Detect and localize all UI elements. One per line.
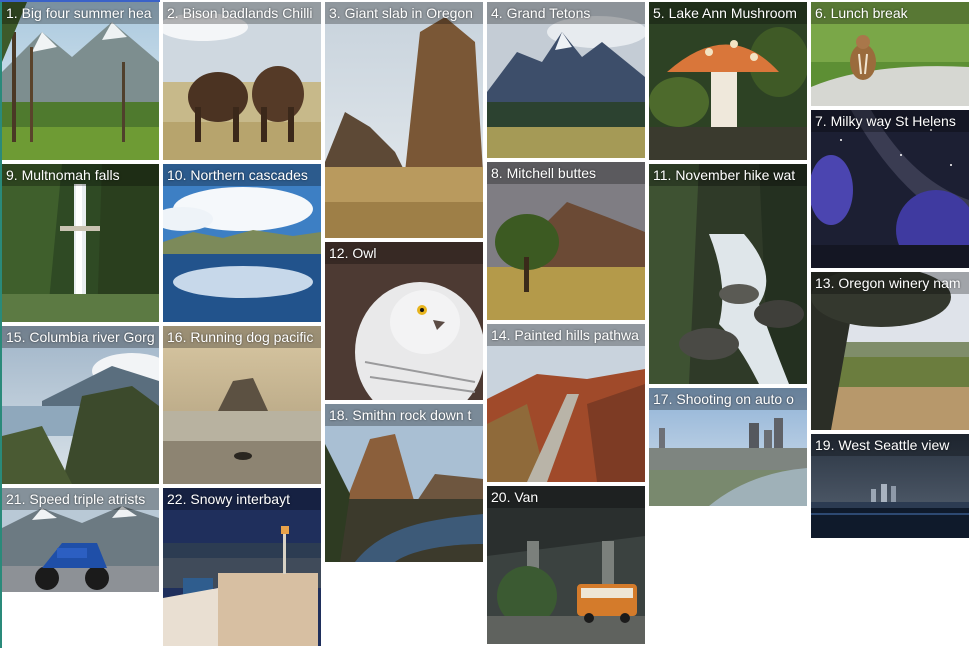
photo-tile-11[interactable]: 11. November hike wat [649, 164, 807, 384]
photo-november-hike-image [649, 164, 807, 384]
photo-caption: 5. Lake Ann Mushroom [649, 2, 807, 24]
photo-tile-16[interactable]: 16. Running dog pacific [163, 326, 321, 484]
photo-caption: 1. Big four summer hea [2, 2, 159, 24]
photo-caption: 2. Bison badlands Chilli [163, 2, 321, 24]
photo-snowy-interbay-image [163, 488, 321, 646]
photo-caption: 7. Milky way St Helens [811, 110, 969, 132]
photo-smith-rock-image [325, 404, 483, 562]
photo-tile-17[interactable]: 17. Shooting on auto o [649, 388, 807, 506]
photo-bison-image [163, 2, 321, 160]
photo-tile-20[interactable]: 20. Van [487, 486, 645, 644]
photo-owl-image [325, 242, 483, 400]
photo-caption: 3. Giant slab in Oregon [325, 2, 483, 24]
photo-tile-8[interactable]: 8. Mitchell buttes [487, 162, 645, 320]
photo-grand-tetons-image [487, 2, 645, 158]
photo-tile-6[interactable]: 6. Lunch break [811, 2, 969, 106]
photo-caption: 22. Snowy interbayt [163, 488, 321, 510]
photo-tile-14[interactable]: 14. Painted hills pathwa [487, 324, 645, 482]
photo-van-image [487, 486, 645, 644]
photo-caption: 21. Speed triple atrists [2, 488, 159, 510]
photo-caption: 17. Shooting on auto o [649, 388, 807, 410]
photo-northern-cascades-image [163, 164, 321, 322]
photo-tile-2[interactable]: 2. Bison badlands Chilli [163, 2, 321, 160]
photo-caption: 16. Running dog pacific [163, 326, 321, 348]
photo-tile-9[interactable]: 9. Multnomah falls [2, 164, 159, 322]
photo-caption: 6. Lunch break [811, 2, 969, 24]
photo-tile-1[interactable]: 1. Big four summer hea [2, 2, 159, 160]
photo-tile-21[interactable]: 21. Speed triple atrists [2, 488, 159, 592]
photo-tile-22[interactable]: 22. Snowy interbayt [163, 488, 321, 646]
photo-giant-slab-image [325, 2, 483, 238]
photo-big-four-image [2, 2, 159, 160]
photo-caption: 15. Columbia river Gorg [2, 326, 159, 348]
photo-tile-7[interactable]: 7. Milky way St Helens [811, 110, 969, 268]
photo-tile-4[interactable]: 4. Grand Tetons [487, 2, 645, 158]
photo-caption: 18. Smithn rock down t [325, 404, 483, 426]
photo-tile-5[interactable]: 5. Lake Ann Mushroom [649, 2, 807, 160]
photo-caption: 4. Grand Tetons [487, 2, 645, 24]
photo-tile-10[interactable]: 10. Northern cascades [163, 164, 321, 322]
photo-milky-way-image [811, 110, 969, 268]
photo-caption: 8. Mitchell buttes [487, 162, 645, 184]
photo-tile-15[interactable]: 15. Columbia river Gorg [2, 326, 159, 484]
photo-columbia-gorge-image [2, 326, 159, 484]
photo-mushroom-image [649, 2, 807, 160]
photo-caption: 19. West Seattle view [811, 434, 969, 456]
photo-mitchell-buttes-image [487, 162, 645, 320]
photo-tile-12[interactable]: 12. Owl [325, 242, 483, 400]
photo-caption: 10. Northern cascades [163, 164, 321, 186]
photo-caption: 14. Painted hills pathwa [487, 324, 645, 346]
photo-painted-hills-image [487, 324, 645, 482]
photo-caption: 9. Multnomah falls [2, 164, 159, 186]
photo-tile-3[interactable]: 3. Giant slab in Oregon [325, 2, 483, 238]
photo-tile-18[interactable]: 18. Smithn rock down t [325, 404, 483, 562]
photo-caption: 11. November hike wat [649, 164, 807, 186]
photo-oregon-winery-image [811, 272, 969, 430]
photo-caption: 13. Oregon winery nam [811, 272, 969, 294]
photo-tile-13[interactable]: 13. Oregon winery nam [811, 272, 969, 430]
photo-caption: 20. Van [487, 486, 645, 508]
photo-tile-19[interactable]: 19. West Seattle view [811, 434, 969, 538]
photo-running-dog-image [163, 326, 321, 484]
photo-caption: 12. Owl [325, 242, 483, 264]
photo-multnomah-image [2, 164, 159, 322]
